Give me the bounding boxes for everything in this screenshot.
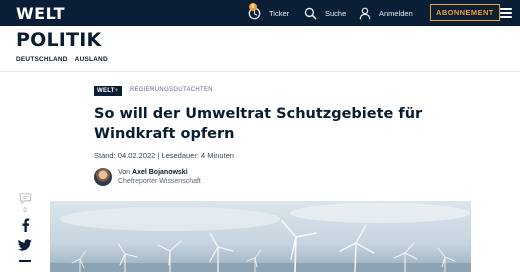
comment-icon[interactable] xyxy=(16,192,34,205)
wind-turbines-photo xyxy=(50,201,471,272)
article-hero-image xyxy=(50,201,471,272)
comment-count: 0 xyxy=(23,208,27,214)
login-label: Anmelden xyxy=(379,8,413,18)
login-link[interactable]: Anmelden xyxy=(359,4,413,22)
subscribe-button[interactable]: ABONNEMENT xyxy=(430,4,500,21)
ticker-label: Ticker xyxy=(269,8,290,18)
subnav-item-deutschland[interactable]: DEUTSCHLAND xyxy=(16,56,68,63)
author-name[interactable]: Axel Bojanowski xyxy=(132,169,188,176)
author-role: Chefreporter Wissenschaft xyxy=(118,178,201,185)
welt-plus-badge: WELT+ xyxy=(94,86,122,96)
divider xyxy=(0,71,520,72)
author-prefix: Von xyxy=(118,169,133,176)
author-line: Von Axel Bojanowski xyxy=(118,168,201,177)
section-subnav: DEUTSCHLAND AUSLAND xyxy=(16,56,108,63)
ticker-count-badge: 8 xyxy=(249,3,257,11)
section-title[interactable]: POLITIK xyxy=(16,29,101,51)
welt-logo[interactable]: WELT xyxy=(16,4,65,23)
search-link[interactable]: Suche xyxy=(304,4,346,22)
more-icon[interactable] xyxy=(16,258,34,264)
article-kicker: REGIERUNGSGUTACHTEN xyxy=(130,87,213,93)
facebook-icon[interactable] xyxy=(16,218,34,232)
welt-plus-badge-plus: + xyxy=(114,88,119,94)
welt-plus-badge-text: WELT xyxy=(97,88,115,94)
search-icon xyxy=(304,7,317,19)
article-meta: Stand: 04.02.2022 | Lesedauer: 4 Minuten xyxy=(94,151,234,160)
twitter-icon[interactable] xyxy=(16,239,34,251)
avatar[interactable] xyxy=(94,168,112,186)
menu-icon[interactable] xyxy=(500,8,512,21)
author-byline: Von Axel Bojanowski Chefreporter Wissens… xyxy=(94,168,201,186)
article-headline: So will der Umweltrat Schutzgebiete für … xyxy=(94,106,423,142)
user-icon xyxy=(359,7,371,19)
search-label: Suche xyxy=(325,8,347,18)
top-navigation-bar: WELT Ticker 8 Suche Anmelden ABONNEMENT xyxy=(0,0,520,26)
subnav-item-ausland[interactable]: AUSLAND xyxy=(75,56,108,63)
